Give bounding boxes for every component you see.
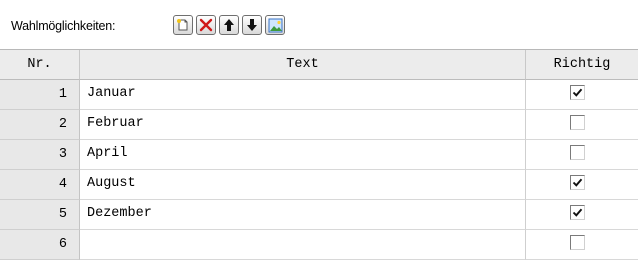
choice-text-cell[interactable]: April [80, 140, 526, 170]
table-row[interactable]: 1 Januar [0, 80, 638, 110]
richtig-checkbox[interactable] [570, 115, 585, 130]
new-item-button[interactable] [173, 15, 193, 35]
row-number: 6 [0, 230, 80, 260]
checkmark-icon [572, 88, 583, 97]
richtig-cell [526, 140, 638, 170]
richtig-cell [526, 230, 638, 260]
richtig-checkbox[interactable] [570, 175, 585, 190]
richtig-checkbox[interactable] [570, 235, 585, 250]
choice-text-cell[interactable] [80, 230, 526, 260]
richtig-checkbox[interactable] [570, 145, 585, 160]
delete-item-button[interactable] [196, 15, 216, 35]
checkmark-icon [572, 208, 583, 217]
row-number: 4 [0, 170, 80, 200]
insert-image-button[interactable] [265, 15, 285, 35]
column-header-richtig[interactable]: Richtig [526, 50, 638, 80]
choice-text-cell[interactable]: August [80, 170, 526, 200]
richtig-checkbox[interactable] [570, 85, 585, 100]
delete-x-icon [199, 18, 213, 32]
richtig-cell [526, 200, 638, 230]
row-number: 3 [0, 140, 80, 170]
move-down-button[interactable] [242, 15, 262, 35]
row-number: 1 [0, 80, 80, 110]
richtig-cell [526, 170, 638, 200]
richtig-cell [526, 80, 638, 110]
move-up-button[interactable] [219, 15, 239, 35]
table-row[interactable]: 2 Februar [0, 110, 638, 140]
table-row[interactable]: 4 August [0, 170, 638, 200]
row-number: 2 [0, 110, 80, 140]
table-row[interactable]: 6 [0, 230, 638, 260]
richtig-checkbox[interactable] [570, 205, 585, 220]
choice-text-cell[interactable]: Februar [80, 110, 526, 140]
checkmark-icon [572, 178, 583, 187]
choices-table: Nr. Text Richtig 1 Januar 2 Februar 3 April 4 A… [0, 49, 638, 268]
table-row[interactable]: 5 Dezember [0, 200, 638, 230]
richtig-cell [526, 110, 638, 140]
row-number: 5 [0, 200, 80, 230]
toolbar-label: Wahlmöglichkeiten: [11, 19, 116, 33]
column-header-text[interactable]: Text [80, 50, 526, 80]
table-row[interactable]: 3 April [0, 140, 638, 170]
image-icon [268, 18, 283, 33]
choices-toolbar: Wahlmöglichkeiten: [0, 0, 638, 45]
arrow-down-icon [245, 18, 259, 32]
new-document-icon [176, 18, 190, 32]
choice-text-cell[interactable]: Januar [80, 80, 526, 110]
arrow-up-icon [222, 18, 236, 32]
table-header: Nr. Text Richtig [0, 50, 638, 80]
column-header-nr[interactable]: Nr. [0, 50, 80, 80]
choice-text-cell[interactable]: Dezember [80, 200, 526, 230]
